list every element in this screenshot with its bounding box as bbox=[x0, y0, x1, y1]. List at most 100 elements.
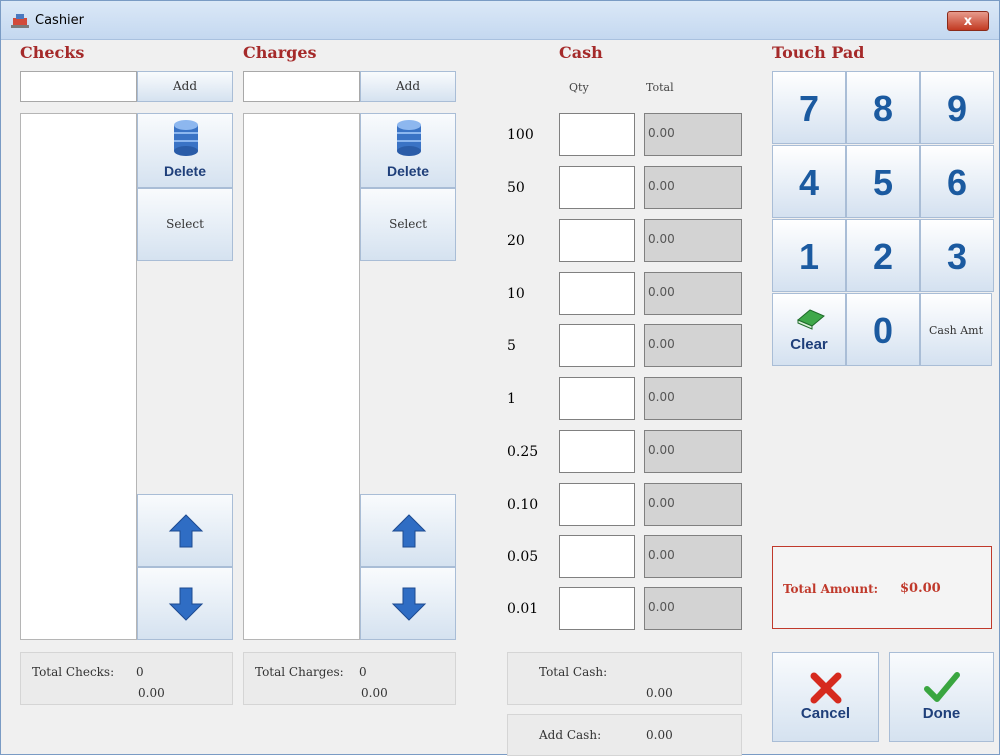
row-total: 0.00 bbox=[644, 535, 742, 578]
red-x-icon bbox=[810, 672, 842, 704]
cash-title: Cash bbox=[559, 43, 603, 62]
checks-down-button[interactable] bbox=[137, 567, 233, 640]
arrow-up-icon bbox=[391, 514, 427, 548]
qty-input[interactable] bbox=[559, 113, 635, 156]
checks-delete-label: Delete bbox=[163, 163, 207, 179]
total-amount-label: Total Amount: bbox=[783, 582, 879, 596]
denomination-label: 0.25 bbox=[507, 444, 539, 460]
arrow-down-icon bbox=[168, 587, 204, 621]
database-delete-icon bbox=[397, 120, 421, 156]
key-0[interactable]: 0 bbox=[846, 293, 920, 366]
green-check-icon bbox=[924, 672, 960, 702]
qty-input[interactable] bbox=[559, 430, 635, 473]
add-cash-box: Add Cash: 0.00 bbox=[507, 714, 742, 756]
window-title: Cashier bbox=[35, 13, 85, 28]
charges-delete-button[interactable]: Delete bbox=[360, 113, 456, 188]
cashier-app-icon bbox=[11, 14, 29, 28]
denomination-label: 0.05 bbox=[507, 549, 539, 565]
checks-total-count: 0 bbox=[136, 665, 144, 679]
row-total: 0.00 bbox=[644, 219, 742, 262]
qty-column-header: Qty bbox=[569, 81, 589, 94]
key-1[interactable]: 1 bbox=[772, 219, 846, 292]
database-delete-icon bbox=[174, 120, 198, 156]
total-column-header: Total bbox=[646, 81, 674, 94]
add-cash-label: Add Cash: bbox=[539, 728, 602, 742]
qty-input[interactable] bbox=[559, 324, 635, 367]
total-amount-value: $0.00 bbox=[900, 581, 941, 596]
denomination-label: 1 bbox=[507, 391, 516, 407]
checks-delete-button[interactable]: Delete bbox=[137, 113, 233, 188]
row-total: 0.00 bbox=[644, 587, 742, 630]
checks-select-button[interactable]: Select bbox=[137, 188, 233, 261]
arrow-down-icon bbox=[391, 587, 427, 621]
qty-input[interactable] bbox=[559, 483, 635, 526]
total-cash-label: Total Cash: bbox=[539, 665, 608, 679]
denomination-label: 0.01 bbox=[507, 601, 539, 617]
total-cash-box: Total Cash: 0.00 bbox=[507, 652, 742, 705]
denomination-label: 10 bbox=[507, 286, 525, 302]
touch-pad-title: Touch Pad bbox=[772, 43, 865, 62]
checks-input[interactable] bbox=[20, 71, 137, 102]
denomination-label: 20 bbox=[507, 233, 525, 249]
charges-select-button[interactable]: Select bbox=[360, 188, 456, 261]
checks-total-box: Total Checks: 0 0.00 bbox=[20, 652, 233, 705]
row-total: 0.00 bbox=[644, 166, 742, 209]
checks-title: Checks bbox=[20, 43, 85, 62]
charges-title: Charges bbox=[243, 43, 317, 62]
denomination-label: 50 bbox=[507, 180, 525, 196]
key-3[interactable]: 3 bbox=[920, 219, 994, 292]
charges-total-count: 0 bbox=[359, 665, 367, 679]
key-8[interactable]: 8 bbox=[846, 71, 920, 144]
charges-total-box: Total Charges: 0 0.00 bbox=[243, 652, 456, 705]
charges-delete-label: Delete bbox=[386, 163, 430, 179]
total-amount-box: Total Amount: $0.00 bbox=[772, 546, 992, 629]
checks-list[interactable] bbox=[20, 113, 137, 640]
done-label: Done bbox=[922, 705, 961, 722]
key-6[interactable]: 6 bbox=[920, 145, 994, 218]
checks-up-button[interactable] bbox=[137, 494, 233, 567]
clear-key[interactable]: Clear bbox=[772, 293, 846, 366]
cash-amount-key[interactable]: Cash Amt bbox=[920, 293, 992, 366]
charges-down-button[interactable] bbox=[360, 567, 456, 640]
row-total: 0.00 bbox=[644, 324, 742, 367]
close-button[interactable]: x bbox=[947, 11, 989, 31]
charges-list[interactable] bbox=[243, 113, 360, 640]
qty-input[interactable] bbox=[559, 535, 635, 578]
charges-total-label: Total Charges: bbox=[255, 665, 344, 679]
cashier-window: Cashier x Checks Add Delete Select Total… bbox=[0, 0, 1000, 756]
row-total: 0.00 bbox=[644, 272, 742, 315]
eraser-icon bbox=[797, 309, 825, 330]
qty-input[interactable] bbox=[559, 166, 635, 209]
checks-add-button[interactable]: Add bbox=[137, 71, 233, 102]
done-button[interactable]: Done bbox=[889, 652, 994, 742]
key-2[interactable]: 2 bbox=[846, 219, 920, 292]
denomination-label: 5 bbox=[507, 338, 516, 354]
key-5[interactable]: 5 bbox=[846, 145, 920, 218]
total-cash-value: 0.00 bbox=[646, 686, 673, 700]
row-total: 0.00 bbox=[644, 430, 742, 473]
qty-input[interactable] bbox=[559, 272, 635, 315]
cancel-button[interactable]: Cancel bbox=[772, 652, 879, 742]
charges-up-button[interactable] bbox=[360, 494, 456, 567]
charges-input[interactable] bbox=[243, 71, 360, 102]
denomination-label: 100 bbox=[507, 127, 534, 143]
arrow-up-icon bbox=[168, 514, 204, 548]
row-total: 0.00 bbox=[644, 113, 742, 156]
charges-total-value: 0.00 bbox=[361, 686, 388, 700]
cancel-label: Cancel bbox=[800, 705, 851, 722]
checks-total-value: 0.00 bbox=[138, 686, 165, 700]
add-cash-value: 0.00 bbox=[646, 728, 673, 742]
qty-input[interactable] bbox=[559, 377, 635, 420]
clear-key-label: Clear bbox=[790, 336, 828, 353]
row-total: 0.00 bbox=[644, 483, 742, 526]
key-7[interactable]: 7 bbox=[772, 71, 846, 144]
qty-input[interactable] bbox=[559, 587, 635, 630]
charges-add-button[interactable]: Add bbox=[360, 71, 456, 102]
denomination-label: 0.10 bbox=[507, 497, 539, 513]
row-total: 0.00 bbox=[644, 377, 742, 420]
title-bar: Cashier x bbox=[1, 1, 999, 40]
key-4[interactable]: 4 bbox=[772, 145, 846, 218]
checks-total-label: Total Checks: bbox=[32, 665, 115, 679]
key-9[interactable]: 9 bbox=[920, 71, 994, 144]
qty-input[interactable] bbox=[559, 219, 635, 262]
